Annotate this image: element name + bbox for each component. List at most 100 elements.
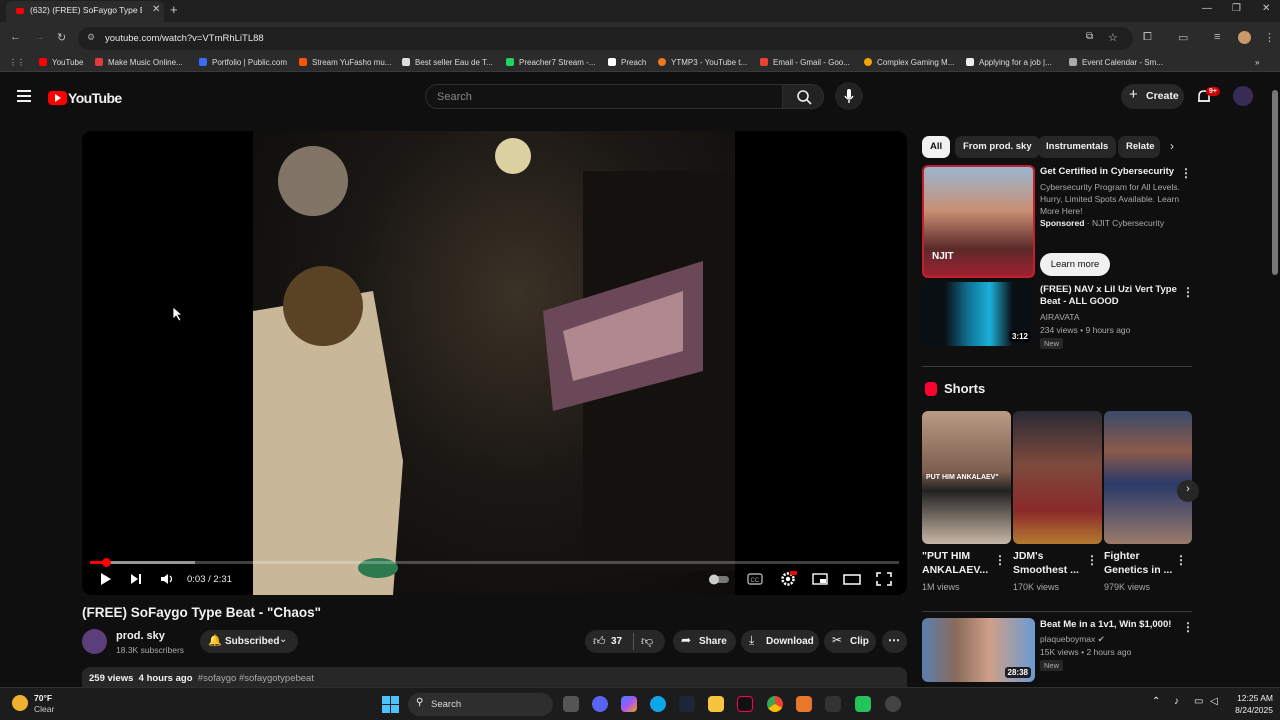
bookmark-applying-job[interactable]: Applying for a job |... xyxy=(966,58,1052,67)
rec-title-line2[interactable]: Beat - ALL GOOD xyxy=(1040,296,1119,308)
bookmark-portfolio[interactable]: Portfolio | Public.com xyxy=(199,58,287,67)
rec-channel[interactable]: plaqueboymax ✔ xyxy=(1040,633,1105,645)
profile-avatar-icon[interactable] xyxy=(1238,31,1251,44)
short-title-line2[interactable]: ANKALAEV... xyxy=(922,564,992,577)
learn-more-button[interactable]: Learn more xyxy=(1040,253,1110,276)
bookmarks-overflow-icon[interactable]: » xyxy=(1255,58,1259,67)
copilot-icon[interactable] xyxy=(621,696,637,712)
autoplay-toggle-icon[interactable] xyxy=(707,571,731,587)
short-title-line1[interactable]: "PUT HIM xyxy=(922,550,992,563)
brave-icon[interactable] xyxy=(796,696,812,712)
file-explorer-icon[interactable] xyxy=(708,696,724,712)
chrome-icon[interactable] xyxy=(767,696,783,712)
rec-menu-icon[interactable]: ⋮ xyxy=(1182,285,1194,299)
chip-from-channel[interactable]: From prod. sky xyxy=(955,136,1040,158)
next-icon[interactable] xyxy=(128,571,144,587)
forward-icon[interactable]: → xyxy=(34,31,45,43)
bookmark-stream-yufasho[interactable]: Stream YuFasho mu... xyxy=(299,58,391,67)
ad-menu-icon[interactable]: ⋮ xyxy=(1180,166,1192,180)
chrome-menu-icon[interactable]: ⋮ xyxy=(1264,31,1275,44)
theater-mode-icon[interactable] xyxy=(843,571,861,587)
short-thumbnail[interactable] xyxy=(1104,411,1192,544)
tray-app-icon[interactable]: ♪ xyxy=(1174,696,1179,707)
taskbar-search[interactable]: ⚲ Search xyxy=(408,693,553,716)
search-button[interactable] xyxy=(782,84,824,109)
short-thumbnail[interactable]: PUT HIM ANKALAEV" xyxy=(922,411,1011,544)
ad-title[interactable]: Get Certified in Cybersecurity xyxy=(1040,166,1174,178)
shorts-next-button[interactable]: › xyxy=(1177,480,1199,502)
short-menu-icon[interactable]: ⋮ xyxy=(1175,553,1187,567)
bookmark-complex-gaming[interactable]: Complex Gaming M... xyxy=(864,58,954,67)
recommendation-thumbnail[interactable]: 28:38 xyxy=(922,618,1035,682)
video-player[interactable]: 0:03 / 2:31 CC xyxy=(82,131,907,595)
bookmark-ytmp3[interactable]: YTMP3 - YouTube t... xyxy=(658,58,747,67)
reload-icon[interactable]: ↻ xyxy=(57,31,66,44)
taskbar-clock[interactable]: 12:25 AM 8/24/2025 xyxy=(1228,692,1273,716)
minimize-icon[interactable]: — xyxy=(1202,3,1212,14)
app-icon[interactable] xyxy=(855,696,871,712)
miniplayer-icon[interactable] xyxy=(811,571,829,587)
bookmark-star-icon[interactable]: ☆ xyxy=(1108,31,1118,44)
voice-search-button[interactable] xyxy=(835,82,863,110)
bookmark-best-seller[interactable]: Best seller Eau de T... xyxy=(402,58,493,67)
page-scrollbar[interactable] xyxy=(1272,90,1278,275)
volume-icon[interactable] xyxy=(159,571,175,587)
short-title-line1[interactable]: JDM's xyxy=(1013,550,1083,563)
install-app-icon[interactable]: ⧉ xyxy=(1086,31,1093,42)
chip-related[interactable]: Relate xyxy=(1118,136,1160,158)
short-title-line2[interactable]: Genetics in ... xyxy=(1104,564,1174,577)
play-icon[interactable] xyxy=(98,571,114,587)
settings-gear-icon[interactable] xyxy=(779,571,797,587)
bookmark-preacher7[interactable]: Preacher7 Stream -... xyxy=(506,58,595,67)
extensions-icon[interactable]: ⧠ xyxy=(1143,31,1152,44)
site-info-icon[interactable]: ⚙ xyxy=(87,32,97,42)
tray-chevron-up-icon[interactable]: ⌃ xyxy=(1152,696,1160,707)
short-thumbnail[interactable] xyxy=(1013,411,1102,544)
chip-instrumentals[interactable]: Instrumentals xyxy=(1038,136,1117,158)
short-menu-icon[interactable]: ⋮ xyxy=(1086,553,1098,567)
account-avatar[interactable] xyxy=(1233,86,1253,106)
like-icon[interactable]: 👍︎ xyxy=(593,634,606,649)
network-icon[interactable]: ▭ xyxy=(1194,696,1203,707)
chip-all[interactable]: All xyxy=(922,136,951,158)
ad-thumbnail[interactable]: NJIT xyxy=(922,165,1035,278)
rec-menu-icon[interactable]: ⋮ xyxy=(1182,620,1194,634)
clip-button[interactable]: ✂ Clip xyxy=(824,630,876,653)
tiktok-icon[interactable] xyxy=(737,696,753,712)
menu-hamburger-icon[interactable] xyxy=(17,90,31,102)
window-close-icon[interactable]: ✕ xyxy=(1262,3,1270,14)
recommendation-thumbnail[interactable]: 3:12 xyxy=(922,282,1035,346)
steam-icon[interactable] xyxy=(679,696,695,712)
bookmark-preach[interactable]: Preach xyxy=(608,58,646,67)
like-count[interactable]: 37 xyxy=(611,636,622,647)
maximize-icon[interactable]: ❐ xyxy=(1232,3,1241,14)
share-button[interactable]: ➦ Share xyxy=(673,630,736,653)
rec-title-line1[interactable]: (FREE) NAV x Lil Uzi Vert Type xyxy=(1040,284,1177,296)
address-bar[interactable]: ⚙ youtube.com/watch?v=VTmRhLiTL88 ⧉ ☆ xyxy=(78,27,1133,50)
channel-avatar[interactable] xyxy=(82,629,107,654)
video-scrubber-handle[interactable] xyxy=(102,558,112,567)
discord-icon[interactable] xyxy=(592,696,608,712)
windows-start-icon[interactable] xyxy=(382,696,399,713)
more-actions-button[interactable]: ⋯ xyxy=(882,630,907,653)
short-title-line1[interactable]: Fighter xyxy=(1104,550,1174,563)
task-view-icon[interactable] xyxy=(563,696,579,712)
sidepanel-icon[interactable]: ▭ xyxy=(1178,31,1188,44)
download-button[interactable]: ⤓ Download xyxy=(741,630,819,653)
subscribed-button[interactable]: 🔔 Subscribed ⌄ xyxy=(200,630,298,653)
fullscreen-icon[interactable] xyxy=(875,571,893,587)
app-icon[interactable] xyxy=(885,696,901,712)
hashtags[interactable]: #sofaygo #sofaygotypebeat xyxy=(198,673,314,684)
browser-tab[interactable]: (632) (FREE) SoFaygo Type Beat - "Chaos"… xyxy=(6,1,164,22)
gamepad-icon[interactable] xyxy=(825,696,841,712)
tab-close-icon[interactable]: ✕ xyxy=(152,4,160,15)
search-input[interactable]: Search xyxy=(425,84,783,109)
dislike-icon[interactable]: 👎︎ xyxy=(641,634,653,649)
new-tab-button[interactable]: + xyxy=(170,2,178,17)
rec-title[interactable]: Beat Me in a 1v1, Win $1,000! xyxy=(1040,619,1171,631)
channel-name[interactable]: prod. sky xyxy=(116,630,165,642)
rec-channel[interactable]: AIRAVATA xyxy=(1040,311,1080,323)
create-button[interactable]: + Create xyxy=(1121,84,1184,109)
bookmark-gmail[interactable]: Email - Gmail - Goo... xyxy=(760,58,850,67)
media-icon[interactable]: ≡ xyxy=(1214,31,1220,43)
